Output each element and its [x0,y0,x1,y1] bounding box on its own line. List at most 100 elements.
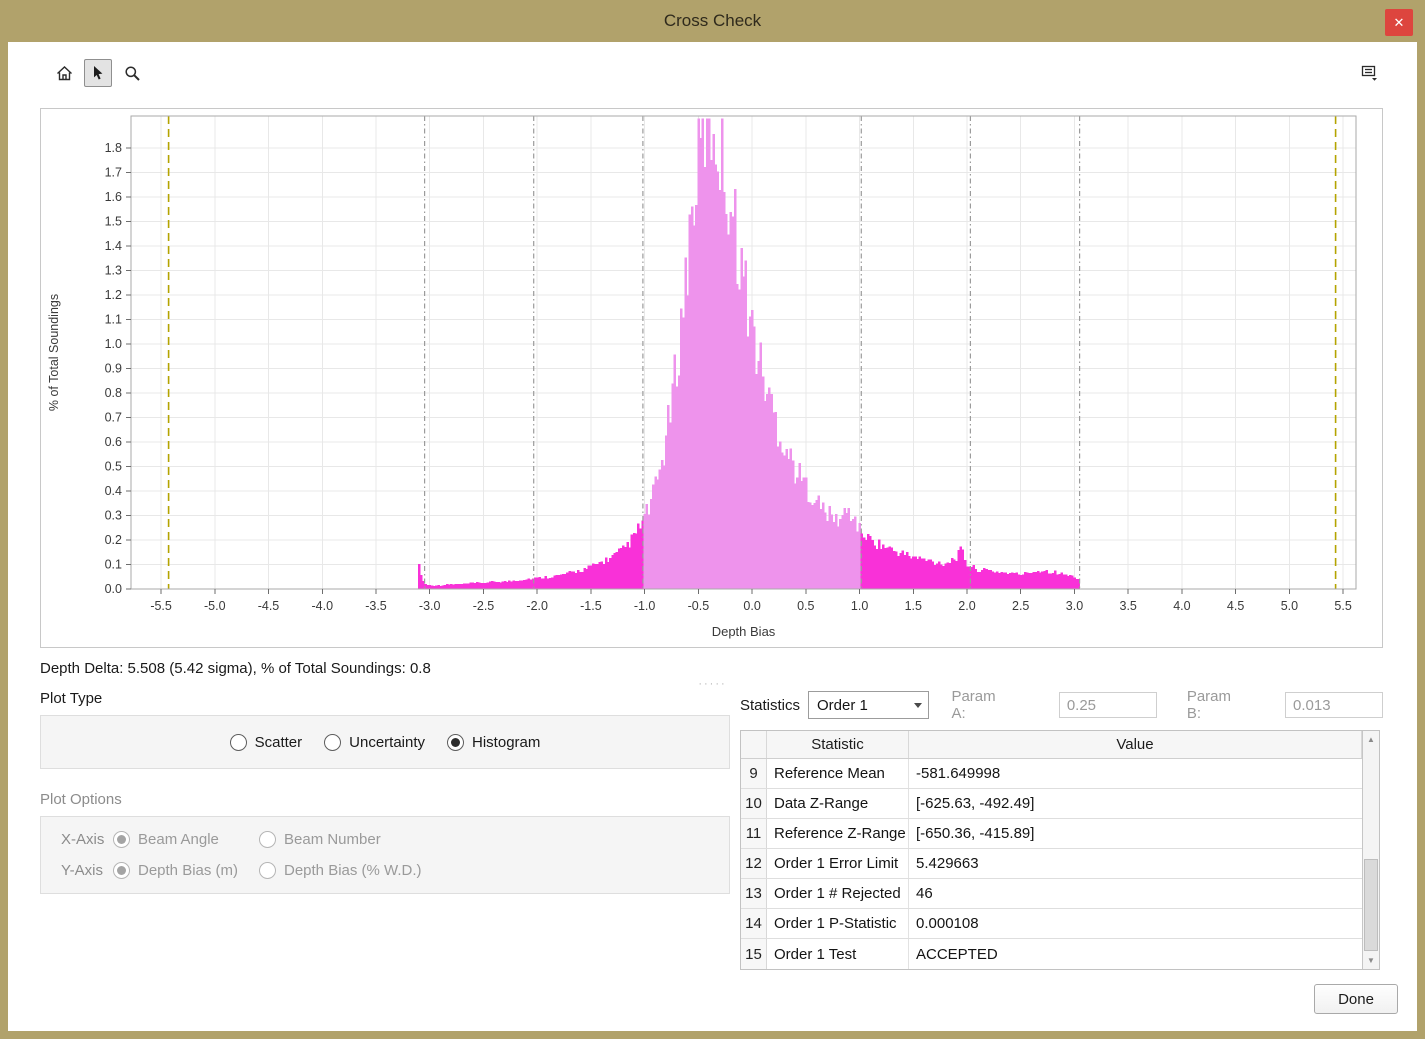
row-number: 9 [741,759,767,788]
svg-text:2.0: 2.0 [958,599,975,613]
svg-text:-1.0: -1.0 [634,599,656,613]
statistic-cell: Reference Z-Range [767,819,909,848]
plot-type-group: Scatter Uncertainty Histogram [40,715,730,769]
svg-text:-3.5: -3.5 [365,599,387,613]
svg-text:-2.0: -2.0 [526,599,548,613]
param-a-label: Param A: [951,688,1012,722]
svg-text:0.6: 0.6 [105,435,122,449]
cross-check-window: Cross Check ✕ [0,0,1425,1039]
order-select-value: Order 1 [817,697,868,714]
svg-text:3.0: 3.0 [1066,599,1083,613]
value-cell: [-650.36, -415.89] [909,819,1362,848]
cursor-select-icon [89,64,107,82]
statistic-cell: Order 1 # Rejected [767,879,909,908]
value-cell: 46 [909,879,1362,908]
svg-text:% of Total Soundings: % of Total Soundings [47,294,61,411]
stats-table-body: 9Reference Mean-581.64999810Data Z-Range… [741,759,1362,969]
svg-text:0.8: 0.8 [105,386,122,400]
statistics-table: Statistic Value 9Reference Mean-581.6499… [740,730,1380,970]
notes-menu-icon [1360,63,1380,83]
radio-label: Scatter [255,734,303,751]
param-b-field [1285,692,1383,718]
radio-beam-angle: Beam Angle [113,831,219,848]
chart-canvas: -5.5-5.0-4.5-4.0-3.5-3.0-2.5-2.0-1.5-1.0… [41,109,1382,652]
radio-label: Depth Bias (m) [138,862,238,879]
plot-settings-panel: Plot Type Scatter Uncertainty Histogram [40,690,730,894]
table-row[interactable]: 12Order 1 Error Limit5.429663 [741,849,1362,879]
table-row[interactable]: 15Order 1 TestACCEPTED [741,939,1362,969]
table-row[interactable]: 9Reference Mean-581.649998 [741,759,1362,789]
svg-text:-5.5: -5.5 [150,599,172,613]
value-cell: 5.429663 [909,849,1362,878]
radio-label: Depth Bias (% W.D.) [284,862,422,879]
value-cell: -581.649998 [909,759,1362,788]
table-row[interactable]: 13Order 1 # Rejected46 [741,879,1362,909]
close-button[interactable]: ✕ [1385,9,1413,36]
param-a-field [1059,692,1157,718]
notes-menu-button[interactable] [1356,59,1384,87]
svg-text:0.0: 0.0 [105,582,122,596]
radio-histogram[interactable]: Histogram [447,734,540,751]
table-row[interactable]: 10Data Z-Range[-625.63, -492.49] [741,789,1362,819]
svg-text:0.1: 0.1 [105,558,122,572]
plot-options-group: X-Axis Beam Angle Beam Number [40,816,730,894]
radio-depth-bias-wd: Depth Bias (% W.D.) [259,862,422,879]
radio-icon [259,862,276,879]
svg-text:0.9: 0.9 [105,362,122,376]
radio-icon [113,862,130,879]
scroll-down-icon[interactable]: ▼ [1363,952,1379,969]
svg-text:1.3: 1.3 [105,264,122,278]
done-button[interactable]: Done [1314,984,1398,1014]
zoom-button[interactable] [118,59,146,87]
svg-text:-4.5: -4.5 [258,599,280,613]
statistics-label: Statistics [740,697,800,714]
svg-text:3.5: 3.5 [1120,599,1137,613]
radio-label: Beam Number [284,831,381,848]
svg-text:1.0: 1.0 [851,599,868,613]
table-header: Statistic Value [741,731,1362,759]
select-cursor-button[interactable] [84,59,112,87]
svg-text:2.5: 2.5 [1012,599,1029,613]
table-row[interactable]: 14Order 1 P-Statistic0.000108 [741,909,1362,939]
row-number: 10 [741,789,767,818]
svg-text:0.5: 0.5 [797,599,814,613]
row-number: 11 [741,819,767,848]
table-row[interactable]: 11Reference Z-Range[-650.36, -415.89] [741,819,1362,849]
param-b-label: Param B: [1187,688,1249,722]
svg-text:1.5: 1.5 [105,215,122,229]
radio-icon [113,831,130,848]
svg-text:-0.5: -0.5 [688,599,710,613]
statistic-column-header: Statistic [767,731,909,758]
radio-icon [259,831,276,848]
scroll-up-icon[interactable]: ▲ [1363,731,1379,748]
corner-header-cell [741,731,767,758]
chevron-down-icon [907,692,928,718]
y-axis-label: Y-Axis [61,862,113,879]
svg-text:4.5: 4.5 [1227,599,1244,613]
radio-depth-bias-m: Depth Bias (m) [113,862,238,879]
close-icon: ✕ [1394,15,1405,31]
splitter-handle[interactable]: ····· [698,680,726,688]
radio-uncertainty[interactable]: Uncertainty [324,734,425,751]
home-button[interactable] [50,59,78,87]
scrollbar-thumb[interactable] [1364,859,1378,951]
svg-text:1.1: 1.1 [105,313,122,327]
radio-icon [230,734,247,751]
row-number: 15 [741,939,767,969]
svg-text:1.0: 1.0 [105,337,122,351]
histogram-chart[interactable]: -5.5-5.0-4.5-4.0-3.5-3.0-2.5-2.0-1.5-1.0… [40,108,1383,648]
svg-text:Depth Bias: Depth Bias [712,624,776,639]
order-select[interactable]: Order 1 [808,691,929,719]
svg-text:5.0: 5.0 [1281,599,1298,613]
radio-label: Histogram [472,734,540,751]
statistic-cell: Reference Mean [767,759,909,788]
svg-text:1.4: 1.4 [105,239,122,253]
chart-toolbar [8,42,1417,88]
vertical-scrollbar[interactable]: ▲ ▼ [1362,731,1379,969]
statistic-cell: Order 1 Error Limit [767,849,909,878]
radio-scatter[interactable]: Scatter [230,734,303,751]
value-cell: 0.000108 [909,909,1362,938]
radio-label: Uncertainty [349,734,425,751]
statistic-cell: Order 1 Test [767,939,909,969]
radio-beam-number: Beam Number [259,831,381,848]
